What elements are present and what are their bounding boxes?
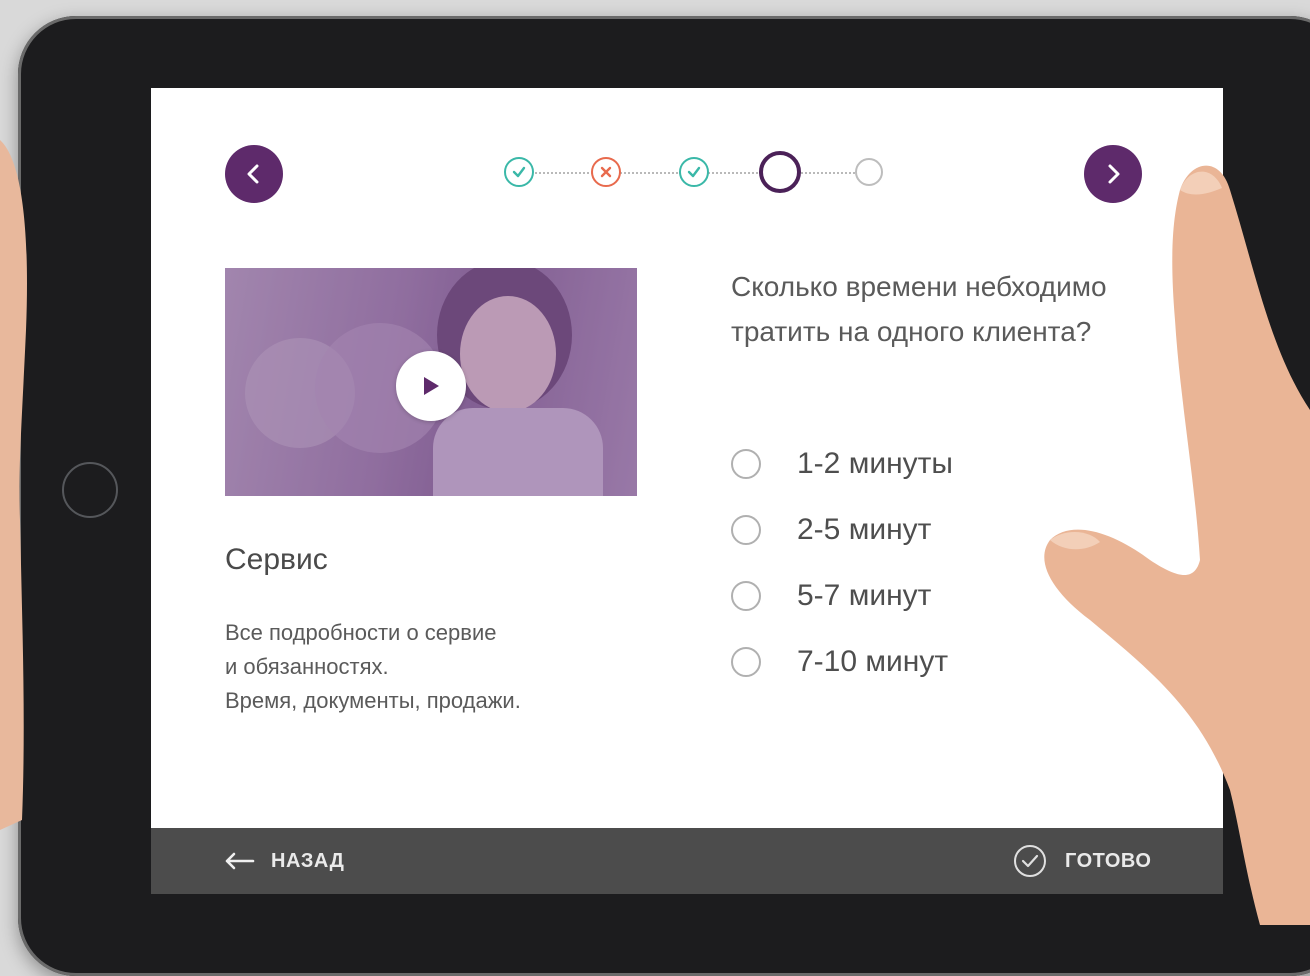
description-line: Время, документы, продажи. <box>225 688 521 713</box>
option-1[interactable]: 1-2 минуты <box>731 447 953 481</box>
left-hand <box>0 140 27 830</box>
option-label: 5-7 минут <box>797 579 932 612</box>
option-label: 1-2 минуты <box>797 447 953 480</box>
description-line: Все подробности о сервие <box>225 620 497 645</box>
video-thumbnail[interactable] <box>225 268 637 496</box>
step-5-pending[interactable] <box>855 158 883 186</box>
radio-button[interactable] <box>731 647 761 677</box>
play-icon <box>424 377 439 395</box>
back-label: НАЗАД <box>271 849 345 872</box>
lesson-title: Сервис <box>225 543 328 576</box>
option-2[interactable]: 2-5 минут <box>731 513 931 547</box>
arrow-left-icon <box>225 852 255 870</box>
step-connector <box>797 172 859 174</box>
option-label: 2-5 минут <box>797 513 932 546</box>
prev-button[interactable] <box>225 145 283 203</box>
right-hand <box>1044 165 1310 925</box>
home-button[interactable] <box>62 462 118 518</box>
play-button[interactable] <box>396 351 466 421</box>
x-icon <box>600 166 612 178</box>
check-icon <box>512 166 526 178</box>
progress-stepper <box>501 150 886 194</box>
step-1-correct[interactable] <box>504 157 534 187</box>
radio-button[interactable] <box>731 449 761 479</box>
radio-button[interactable] <box>731 515 761 545</box>
radio-button[interactable] <box>731 581 761 611</box>
description-line: и обязанностях. <box>225 654 389 679</box>
option-label: 7-10 минут <box>797 645 949 678</box>
step-4-current[interactable] <box>759 151 801 193</box>
chevron-left-icon <box>247 164 259 184</box>
back-link[interactable]: НАЗАД <box>223 828 344 894</box>
check-icon <box>687 166 701 178</box>
option-4[interactable]: 7-10 минут <box>731 645 948 679</box>
lesson-description: Все подробности о сервие и обязанностях.… <box>225 616 521 718</box>
option-3[interactable]: 5-7 минут <box>731 579 931 613</box>
step-2-wrong[interactable] <box>591 157 621 187</box>
step-3-correct[interactable] <box>679 157 709 187</box>
